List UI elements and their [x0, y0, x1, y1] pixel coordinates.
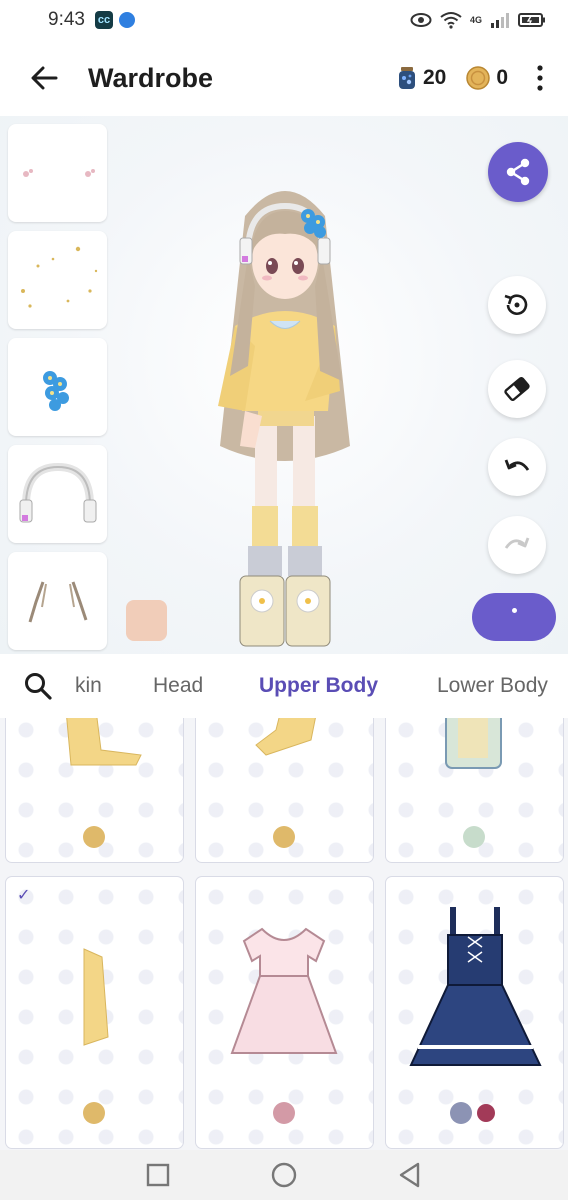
- headphones-icon: [19, 462, 97, 523]
- back-button[interactable]: [20, 54, 68, 102]
- system-nav-bar: [0, 1150, 568, 1200]
- coin-count: 0: [496, 66, 508, 89]
- pink-dress-icon: [230, 927, 338, 1054]
- blush-icon: [23, 169, 95, 177]
- action-pill-button[interactable]: [472, 593, 556, 641]
- selected-check-icon: ✓: [17, 887, 31, 904]
- network-type: 4G: [469, 15, 482, 25]
- tab-upper-body[interactable]: Upper Body: [259, 674, 378, 698]
- color-option-dot[interactable]: [463, 826, 485, 848]
- redo-button[interactable]: [488, 516, 546, 574]
- circle-icon: [271, 1162, 297, 1188]
- sweater-sleeve-icon: [66, 718, 142, 766]
- skin-color-swatch[interactable]: [126, 600, 167, 641]
- page-title: Wardrobe: [88, 62, 214, 93]
- sparkles-icon: [21, 246, 98, 308]
- triangle-back-icon: [399, 1162, 420, 1188]
- item-card[interactable]: [6, 718, 183, 862]
- more-vert-icon: [537, 65, 543, 91]
- color-option-dot[interactable]: [450, 1102, 472, 1124]
- more-options-button[interactable]: [522, 54, 558, 102]
- recents-button[interactable]: [140, 1157, 176, 1193]
- wifi-icon: [440, 12, 462, 29]
- undo-button[interactable]: [488, 438, 546, 496]
- coin-currency[interactable]: 0: [466, 66, 508, 90]
- color-option-dot[interactable]: [273, 826, 295, 848]
- share-icon: [506, 158, 530, 186]
- item-card-selected[interactable]: ✓: [6, 877, 183, 1148]
- item-grid: ✓: [0, 718, 568, 1150]
- item-card[interactable]: [386, 718, 563, 862]
- back-nav-button[interactable]: [392, 1157, 428, 1193]
- home-button[interactable]: [266, 1157, 302, 1193]
- equipped-item-thumb[interactable]: [8, 338, 107, 436]
- tab-lower-body[interactable]: Lower Body: [437, 674, 548, 698]
- color-option-dot[interactable]: [83, 1102, 105, 1124]
- color-option-dot[interactable]: [477, 1104, 495, 1122]
- equipped-item-thumb[interactable]: [8, 124, 107, 222]
- signal-icon: [491, 13, 509, 28]
- search-button[interactable]: [18, 666, 58, 706]
- globe-notification-icon: [118, 12, 135, 28]
- flower-clip-icon: [43, 371, 69, 411]
- square-icon: [146, 1163, 170, 1187]
- item-card[interactable]: [196, 718, 373, 862]
- equipped-item-thumb[interactable]: [8, 552, 107, 650]
- equipped-item-thumb[interactable]: [8, 445, 107, 543]
- arm-warmer-icon: [255, 718, 316, 756]
- jar-count: 20: [422, 66, 447, 89]
- coin-icon: [466, 66, 491, 90]
- vest-icon: [445, 718, 502, 769]
- avatar-preview: [218, 191, 350, 647]
- avatar-stage: [0, 116, 568, 654]
- equipped-item-thumb[interactable]: [8, 231, 107, 329]
- navy-dress-icon: [409, 907, 542, 1066]
- status-bar: 9:43 cc 4G: [0, 0, 568, 40]
- sweater-sleeve-icon: [83, 948, 109, 1046]
- restore-icon: [504, 294, 528, 315]
- item-card[interactable]: [196, 877, 373, 1148]
- undo-icon: [504, 459, 530, 471]
- reset-button[interactable]: [488, 276, 546, 334]
- pill-indicator-dot: [511, 607, 517, 613]
- category-tabs: kin Head Upper Body Lower Body: [0, 654, 568, 718]
- hair-strands-icon: [28, 581, 88, 623]
- battery-icon: [518, 13, 545, 27]
- app-bar: Wardrobe 20 0: [0, 40, 568, 116]
- color-option-dot[interactable]: [273, 1102, 295, 1124]
- status-time: 9:43: [48, 9, 85, 30]
- jar-icon: [398, 67, 415, 89]
- share-button[interactable]: [488, 142, 548, 202]
- currency-bar: 20 0: [397, 66, 522, 90]
- arrow-left-icon: [31, 66, 58, 90]
- color-option-dot[interactable]: [83, 826, 105, 848]
- eraser-button[interactable]: [488, 360, 546, 418]
- tab-skin[interactable]: kin: [75, 674, 102, 698]
- tab-head[interactable]: Head: [153, 674, 203, 698]
- redo-icon: [504, 537, 530, 549]
- eraser-icon: [504, 376, 530, 402]
- jar-currency[interactable]: 20: [397, 66, 446, 90]
- eye-icon: [410, 13, 432, 27]
- item-card[interactable]: [386, 877, 563, 1148]
- search-icon: [25, 673, 52, 700]
- app-notification-icon: cc: [94, 11, 113, 29]
